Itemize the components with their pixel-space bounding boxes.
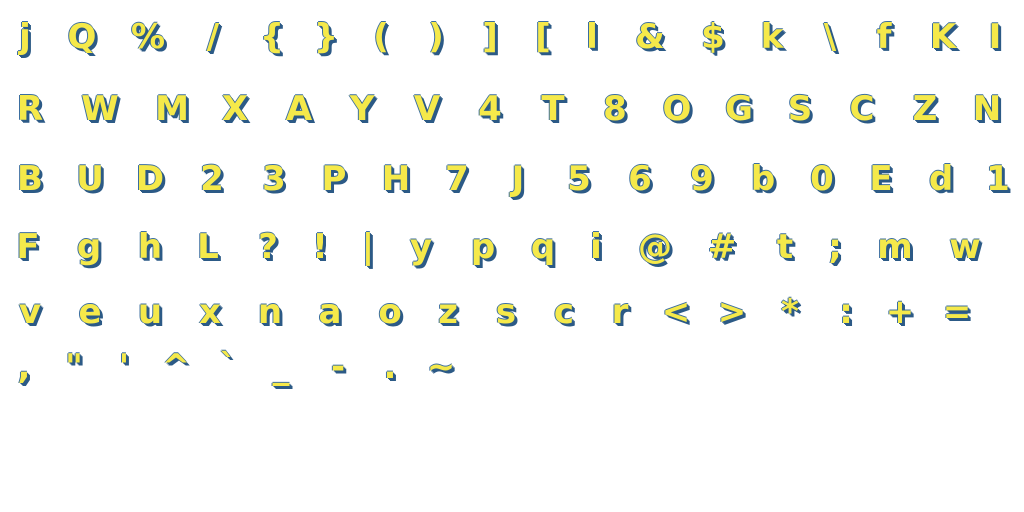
glyph-0-1: Q <box>67 17 97 57</box>
glyph-1-11: G <box>725 89 753 129</box>
glyph-2-8: J <box>511 159 525 199</box>
glyph-1-5: Y <box>349 89 375 129</box>
glyph-3-10: i <box>590 227 602 267</box>
glyph-3-0: F <box>16 227 40 267</box>
glyph-0-3: / <box>206 17 220 57</box>
glyph-0-14: \ <box>823 17 837 57</box>
glyph-4-9: c <box>553 292 575 332</box>
glyph-5-6: - <box>330 347 346 387</box>
glyph-2-7: 7 <box>445 159 469 199</box>
glyph-4-4: n <box>257 292 283 332</box>
glyph-4-1: e <box>78 292 102 332</box>
glyph-5-1: " <box>65 347 83 387</box>
glyph-0-7: ) <box>428 17 444 57</box>
glyph-3-13: t <box>776 227 794 267</box>
glyph-4-11: < <box>661 292 691 332</box>
glyph-2-12: b <box>750 159 776 199</box>
glyph-0-13: k <box>760 17 784 57</box>
glyph-0-2: % <box>130 17 166 57</box>
glyph-0-16: K <box>929 17 957 57</box>
glyph-2-1: U <box>76 159 104 199</box>
glyph-2-13: 0 <box>810 159 834 199</box>
glyph-2-0: B <box>17 159 43 199</box>
glyph-3-14: ; <box>828 227 842 267</box>
glyph-0-5: } <box>313 17 339 57</box>
glyph-1-6: V <box>413 89 441 129</box>
glyph-1-4: A <box>285 89 313 129</box>
glyph-3-1: g <box>76 227 102 267</box>
glyph-2-5: P <box>321 159 347 199</box>
glyph-1-9: 8 <box>603 89 627 129</box>
glyph-3-2: h <box>137 227 163 267</box>
glyph-2-15: d <box>928 159 954 199</box>
glyph-3-9: q <box>530 227 556 267</box>
glyph-2-2: D <box>135 159 165 199</box>
glyph-1-14: Z <box>912 89 938 129</box>
glyph-5-5: _ <box>272 347 290 387</box>
glyph-3-6: | <box>361 227 375 267</box>
glyph-3-8: p <box>470 227 496 267</box>
glyph-5-3: ^ <box>161 347 191 387</box>
glyph-2-3: 2 <box>200 159 224 199</box>
glyph-4-6: o <box>378 292 402 332</box>
glyph-5-2: ' <box>118 347 130 387</box>
glyph-1-2: M <box>155 89 189 129</box>
glyph-1-12: S <box>787 89 813 129</box>
glyph-4-16: = <box>942 292 972 332</box>
glyph-2-16: 1 <box>986 159 1010 199</box>
glyph-1-15: N <box>972 89 1002 129</box>
glyph-4-14: : <box>839 292 853 332</box>
glyph-1-13: C <box>849 89 875 129</box>
glyph-4-7: z <box>438 292 458 332</box>
glyph-1-0: R <box>16 89 44 129</box>
glyph-0-11: & <box>635 17 665 57</box>
glyph-5-0: , <box>17 347 31 387</box>
glyph-3-11: @ <box>638 227 672 267</box>
glyph-0-4: { <box>259 17 285 57</box>
glyph-3-12: # <box>707 227 737 267</box>
glyph-2-11: 9 <box>690 159 714 199</box>
glyph-4-5: a <box>318 292 342 332</box>
glyph-3-16: w <box>949 227 981 267</box>
glyph-0-12: $ <box>701 17 725 57</box>
glyph-4-8: s <box>495 292 517 332</box>
glyph-3-5: ! <box>312 227 328 267</box>
glyph-3-7: y <box>409 227 433 267</box>
glyph-4-10: r <box>611 292 629 332</box>
glyph-1-10: O <box>662 89 692 129</box>
glyph-2-14: E <box>869 159 893 199</box>
glyph-5-8: ~ <box>426 347 456 387</box>
glyph-2-9: 5 <box>567 159 591 199</box>
glyph-1-7: 4 <box>478 89 502 129</box>
glyph-0-15: f <box>876 17 892 57</box>
glyph-0-10: l <box>586 17 598 57</box>
glyph-4-13: * <box>781 292 799 332</box>
glyph-1-3: X <box>221 89 249 129</box>
glyph-3-3: L <box>197 227 219 267</box>
glyph-0-8: ] <box>482 17 498 57</box>
glyph-5-4: ` <box>219 347 237 387</box>
glyph-sheet: j Q% / {} ()] [ l & $ k \ f K I R W M X A Y V 4 T 8 O G S C Z N B U D 2 3 P… <box>0 0 1024 512</box>
glyph-1-8: T <box>541 89 565 129</box>
glyph-0-17: I <box>988 17 1002 57</box>
glyph-0-6: ( <box>373 17 389 57</box>
glyph-0-9: [ <box>535 17 551 57</box>
glyph-2-4: 3 <box>262 159 286 199</box>
glyph-4-2: u <box>137 292 163 332</box>
glyph-2-6: H <box>381 159 411 199</box>
glyph-4-15: + <box>885 292 915 332</box>
glyph-3-15: m <box>877 227 913 267</box>
glyph-5-7: . <box>383 347 397 387</box>
glyph-4-12: > <box>717 292 747 332</box>
glyph-1-1: W <box>81 89 119 129</box>
glyph-4-3: x <box>199 292 221 332</box>
glyph-0-0: j <box>19 17 31 57</box>
glyph-3-4: ? <box>258 227 278 267</box>
glyph-4-0: v <box>18 292 42 332</box>
glyph-2-10: 6 <box>628 159 652 199</box>
